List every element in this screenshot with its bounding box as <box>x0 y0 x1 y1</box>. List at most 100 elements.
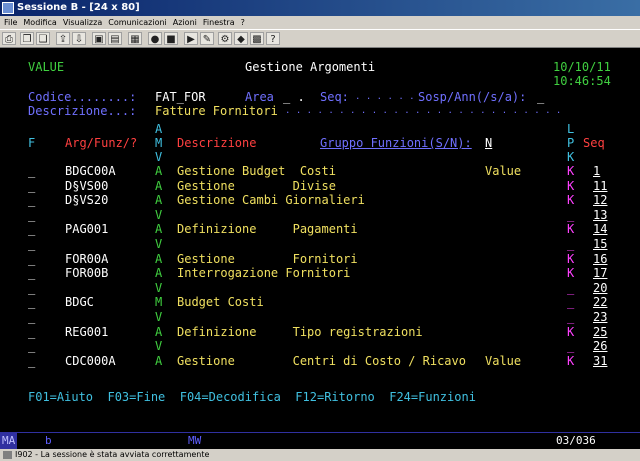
row-select-field[interactable]: _ <box>28 310 35 324</box>
macro-icon[interactable]: ◆ <box>234 32 248 45</box>
menu-item-2[interactable]: Visualizza <box>63 18 102 27</box>
macro-stop-icon[interactable]: ■ <box>164 32 178 45</box>
oia-ma: MA <box>0 433 18 449</box>
codice-field[interactable]: FAT_FOR <box>155 90 206 104</box>
row-seq: 12 <box>593 193 608 207</box>
value-label: VALUE <box>28 60 65 74</box>
row-k: K <box>567 179 575 193</box>
row-amv: V <box>155 237 163 251</box>
area-field[interactable]: _ . <box>283 90 305 104</box>
row-k: _ <box>567 295 575 309</box>
row-k: _ <box>567 237 575 251</box>
clipboard-icon[interactable]: ▦ <box>128 32 142 45</box>
row-amv: V <box>155 281 163 295</box>
row-seq: 20 <box>593 281 608 295</box>
row-arg: BDGC <box>65 295 94 309</box>
row-seq: 25 <box>593 325 608 339</box>
descr-label: Descrizione...: <box>28 104 137 118</box>
menu-item-3[interactable]: Comunicazioni <box>108 18 167 27</box>
row-select-field[interactable]: _ <box>28 266 35 280</box>
row-select-field[interactable]: _ <box>28 339 35 353</box>
display-icon[interactable]: ▣ <box>92 32 106 45</box>
lpk-l: L <box>567 122 575 136</box>
row-amv: A <box>155 252 163 266</box>
menu-bar: File Modifica Visualizza Comunicazioni Azion… <box>0 16 640 29</box>
row-k: _ <box>567 208 575 222</box>
col-f: F <box>28 136 36 150</box>
menu-item-0[interactable]: File <box>4 18 17 27</box>
title-bar: Sessione B - [24 x 80] <box>0 0 640 16</box>
window-title: Sessione B - [24 x 80] <box>17 2 140 13</box>
row-k: K <box>567 222 575 236</box>
row-select-field[interactable]: _ <box>28 325 35 339</box>
status-bar: I902 - La sessione è stata avviata corre… <box>0 449 640 461</box>
menu-item-6[interactable]: ? <box>241 18 245 27</box>
row-extra: Value <box>485 164 522 178</box>
row-seq: 26 <box>593 339 608 353</box>
row-seq: 15 <box>593 237 608 251</box>
oia-b: b <box>45 434 52 447</box>
macro-run-icon[interactable]: ⚙ <box>218 32 232 45</box>
row-select-field[interactable]: _ <box>28 164 35 178</box>
help-icon[interactable]: ? <box>266 32 280 45</box>
row-select-field[interactable]: _ <box>28 208 35 222</box>
row-amv: A <box>155 266 163 280</box>
paste-icon[interactable]: ❑ <box>36 32 50 45</box>
date-text: 10/10/11 <box>553 60 611 74</box>
amv-m: M <box>155 136 163 150</box>
applet-icon[interactable]: ▩ <box>250 32 264 45</box>
receive-icon[interactable]: ⇩ <box>72 32 86 45</box>
row-arg: REG001 <box>65 325 109 339</box>
row-k: _ <box>567 310 575 324</box>
row-seq: 16 <box>593 252 608 266</box>
menu-item-1[interactable]: Modifica <box>23 18 56 27</box>
row-seq: 31 <box>593 354 608 368</box>
row-select-field[interactable]: _ <box>28 222 35 236</box>
row-extra: Value <box>485 354 522 368</box>
menu-item-5[interactable]: Finestra <box>203 18 235 27</box>
menu-item-4[interactable]: Azioni <box>173 18 197 27</box>
sosp-field[interactable]: _ <box>537 90 544 104</box>
terminal-screen[interactable]: VALUE Gestione Argomenti 10/10/11 10:46:… <box>0 48 640 432</box>
row-descr: Interrogazione Fornitori <box>177 266 351 280</box>
row-amv: A <box>155 164 163 178</box>
print-icon[interactable]: ⎙ <box>2 32 16 45</box>
row-amv: A <box>155 222 163 236</box>
macro-play-icon[interactable]: ▶ <box>184 32 198 45</box>
row-k: K <box>567 193 575 207</box>
macro-edit-icon[interactable]: ✎ <box>200 32 214 45</box>
descr-dots: . . . . . . . . . . . . . . . . . . . . … <box>285 106 562 116</box>
row-amv: M <box>155 295 163 309</box>
descr-field[interactable]: Fatture Fornitori <box>155 104 278 118</box>
color-icon[interactable]: ▤ <box>108 32 122 45</box>
seq-field[interactable]: . . . . . . <box>355 90 415 104</box>
row-k: K <box>567 164 575 178</box>
row-select-field[interactable]: _ <box>28 354 35 368</box>
copy-icon[interactable]: ❐ <box>20 32 34 45</box>
row-select-field[interactable]: _ <box>28 237 35 251</box>
row-arg: FOR00A <box>65 252 109 266</box>
toolbar: ⎙ ❐ ❑ ⇪ ⇩ ▣ ▤ ▦ ● ■ ▶ ✎ ⚙ ◆ ▩? <box>0 29 640 48</box>
amv-v: V <box>155 150 163 164</box>
gruppo-field[interactable]: N <box>485 136 492 150</box>
send-icon[interactable]: ⇪ <box>56 32 70 45</box>
row-k: K <box>567 266 575 280</box>
row-k: K <box>567 325 575 339</box>
codice-label: Codice........: <box>28 90 137 104</box>
macro-record-icon[interactable]: ● <box>148 32 162 45</box>
row-amv: V <box>155 208 163 222</box>
row-select-field[interactable]: _ <box>28 295 35 309</box>
row-descr: Budget Costi <box>177 295 264 309</box>
page-title: Gestione Argomenti <box>245 60 376 74</box>
row-descr: Definizione Tipo registrazioni <box>177 325 423 339</box>
row-select-field[interactable]: _ <box>28 193 35 207</box>
row-select-field[interactable]: _ <box>28 252 35 266</box>
row-select-field[interactable]: _ <box>28 281 35 295</box>
row-arg: CDC000A <box>65 354 116 368</box>
row-seq: 1 <box>593 164 601 178</box>
row-seq: 13 <box>593 208 608 222</box>
status-icon <box>3 450 12 459</box>
row-amv: V <box>155 339 163 353</box>
amv-a: A <box>155 122 163 136</box>
row-select-field[interactable]: _ <box>28 179 35 193</box>
